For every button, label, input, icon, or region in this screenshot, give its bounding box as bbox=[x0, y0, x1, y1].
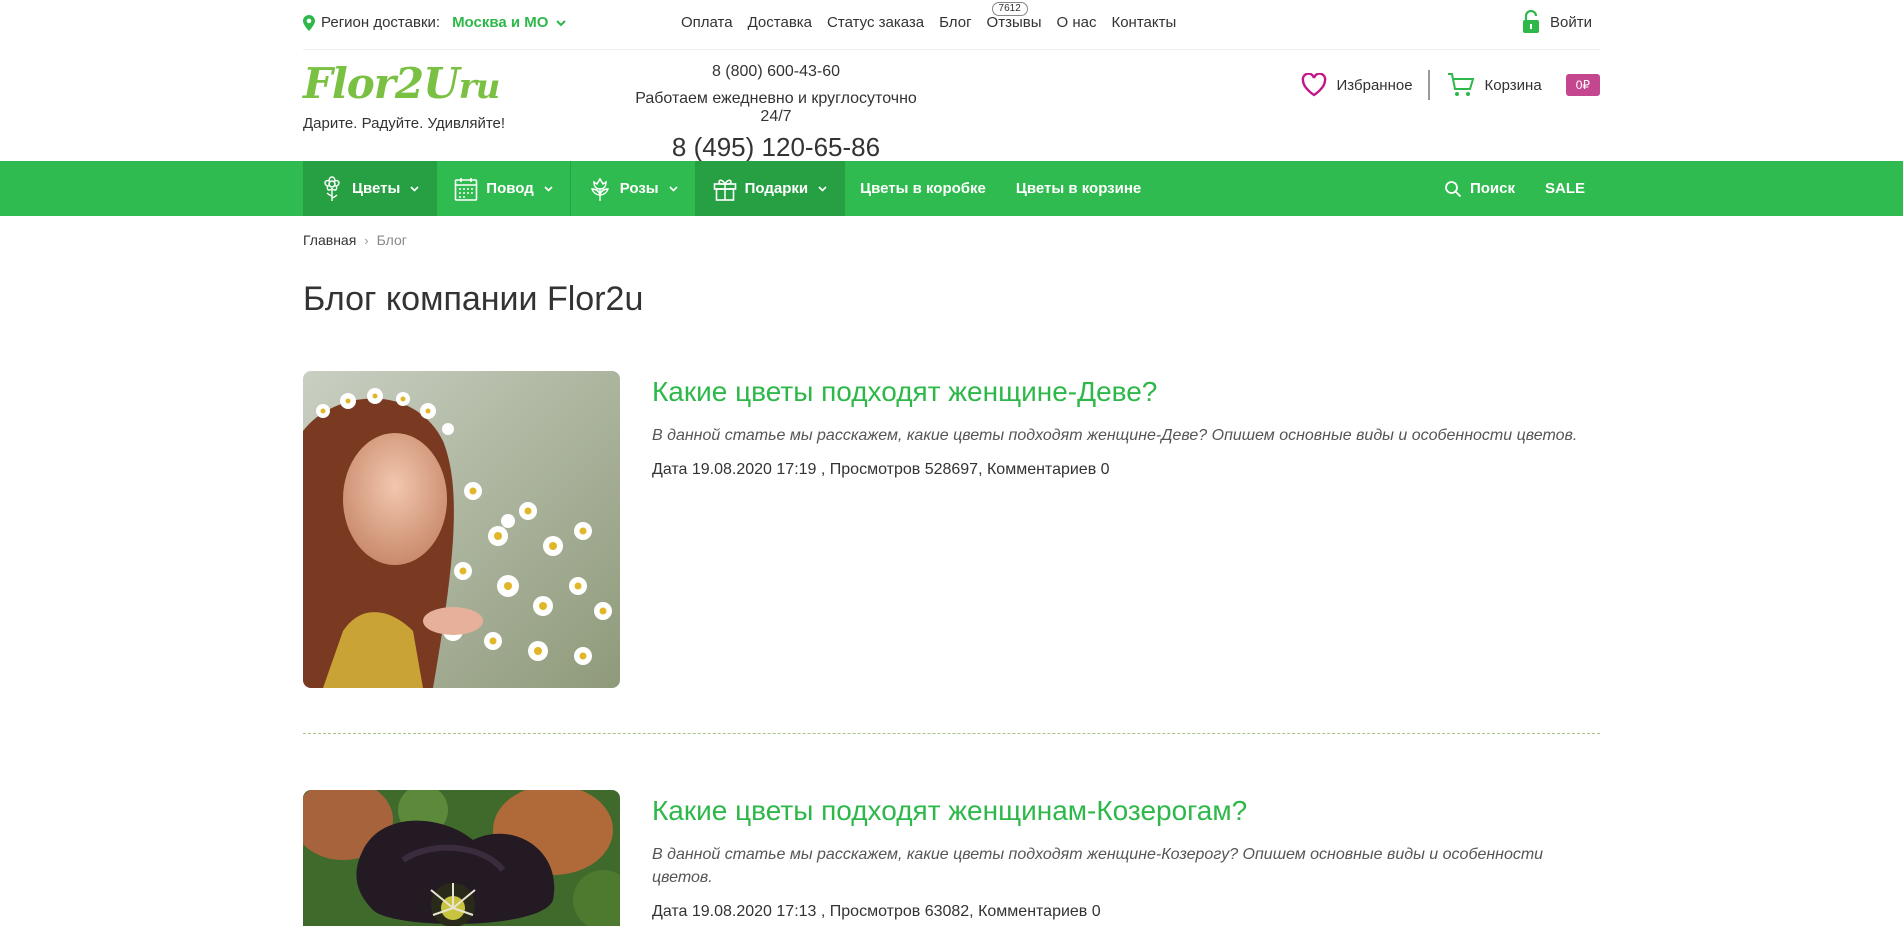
favorites-label: Избранное bbox=[1336, 76, 1413, 94]
cart-link[interactable]: Корзина 0₽ bbox=[1430, 72, 1600, 98]
rose-icon bbox=[590, 177, 609, 201]
logo-main: Flor2U bbox=[303, 59, 460, 108]
breadcrumb-separator-icon: › bbox=[364, 232, 369, 248]
post-meta: Дата 19.08.2020 17:13 , Просмотров 63082… bbox=[652, 903, 1101, 920]
logo-wordmark: Flor2Uru bbox=[303, 60, 505, 111]
nav-flowers-in-box[interactable]: Цветы в коробке bbox=[845, 161, 1001, 216]
chevron-down-icon bbox=[544, 186, 553, 192]
nav-roses-label: Розы bbox=[619, 180, 659, 197]
reviews-count-badge: 7612 bbox=[991, 2, 1028, 16]
user-tools: Избранное Корзина 0₽ bbox=[1301, 70, 1600, 100]
favorites-link[interactable]: Избранное bbox=[1301, 70, 1430, 100]
breadcrumb-current: Блог bbox=[376, 232, 407, 248]
blog-post: Какие цветы подходят женщине-Деве? В дан… bbox=[303, 371, 1600, 688]
post-thumbnail-woman-with-daisies[interactable] bbox=[303, 371, 620, 688]
logo[interactable]: Flor2Uru Дарите. Радуйте. Удивляйте! bbox=[303, 60, 506, 133]
post-body: Какие цветы подходят женщине-Деве? В дан… bbox=[652, 371, 1600, 479]
login-label: Войти bbox=[1550, 13, 1592, 31]
gift-icon bbox=[713, 179, 736, 201]
region-label: Регион доставки: bbox=[321, 14, 441, 31]
nav-flowers-in-basket-label: Цветы в корзине bbox=[1015, 180, 1142, 197]
chevron-down-icon bbox=[410, 186, 419, 192]
top-nav-order-status[interactable]: Статус заказа bbox=[827, 14, 924, 31]
post-title[interactable]: Какие цветы подходят женщинам-Козерогам? bbox=[652, 795, 1600, 827]
breadcrumb: Главная › Блог bbox=[303, 232, 407, 248]
cart-label: Корзина bbox=[1484, 76, 1542, 94]
top-nav: Оплата Доставка Статус заказа Блог 7612 … bbox=[681, 2, 1176, 31]
post-thumbnail-dark-poppy[interactable] bbox=[303, 790, 620, 926]
region-value[interactable]: Москва и МО bbox=[452, 14, 548, 31]
heart-icon bbox=[1301, 73, 1326, 97]
page-title: Блог компании Flor2u bbox=[303, 280, 644, 318]
search-label: Поиск bbox=[1469, 180, 1515, 197]
site-header: Flor2Uru Дарите. Радуйте. Удивляйте! 8 (… bbox=[303, 50, 1600, 163]
lock-icon bbox=[1523, 10, 1540, 33]
post-title[interactable]: Какие цветы подходят женщине-Деве? bbox=[652, 376, 1600, 408]
nav-right: Поиск SALE bbox=[1429, 161, 1600, 216]
chevron-down-icon bbox=[669, 186, 678, 192]
cart-icon bbox=[1447, 73, 1474, 96]
chevron-down-icon bbox=[556, 19, 567, 26]
post-excerpt: В данной статье мы расскажем, какие цвет… bbox=[652, 846, 1544, 886]
top-nav-reviews[interactable]: 7612 Отзывы bbox=[986, 2, 1042, 31]
post-body: Какие цветы подходят женщинам-Козерогам?… bbox=[652, 790, 1600, 921]
working-hours: Работаем ежедневно и круглосуточно 24/7 bbox=[635, 90, 917, 125]
cart-total-badge: 0₽ bbox=[1565, 74, 1600, 96]
nav-sale-label: SALE bbox=[1544, 180, 1585, 197]
chevron-down-icon bbox=[818, 186, 827, 192]
nav-sale[interactable]: SALE bbox=[1530, 161, 1600, 216]
delivery-region[interactable]: Регион доставки: Москва и МО bbox=[303, 14, 567, 31]
calendar-icon bbox=[454, 177, 478, 201]
nav-flowers-label: Цветы bbox=[352, 180, 401, 197]
header-contacts: 8 (800) 600-43-60 Работаем ежедневно и к… bbox=[633, 63, 919, 163]
login-link[interactable]: Войти bbox=[1522, 10, 1592, 34]
post-excerpt: В данной статье мы расскажем, какие цвет… bbox=[652, 427, 1578, 444]
nav-gifts[interactable]: Подарки bbox=[695, 161, 846, 216]
top-nav-contacts[interactable]: Контакты bbox=[1111, 14, 1176, 31]
breadcrumb-home[interactable]: Главная bbox=[303, 232, 356, 248]
top-nav-blog[interactable]: Блог bbox=[939, 14, 971, 31]
top-nav-about[interactable]: О нас bbox=[1057, 14, 1097, 31]
blog-post: Какие цветы подходят женщинам-Козерогам?… bbox=[303, 790, 1600, 926]
post-meta: Дата 19.08.2020 17:19 , Просмотров 52869… bbox=[652, 461, 1110, 478]
nav-roses[interactable]: Розы bbox=[571, 161, 696, 216]
nav-gifts-label: Подарки bbox=[744, 180, 809, 197]
search-icon bbox=[1445, 180, 1462, 197]
post-divider bbox=[303, 733, 1600, 734]
nav-occasion-label: Повод bbox=[486, 180, 534, 197]
post-image bbox=[303, 790, 620, 926]
nav-flowers-in-basket[interactable]: Цветы в корзине bbox=[1001, 161, 1156, 216]
top-nav-delivery[interactable]: Доставка bbox=[748, 14, 812, 31]
main-nav: Цветы Повод Розы Подарки Цветы в коробке… bbox=[0, 161, 1903, 216]
slogan: Дарите. Радуйте. Удивляйте! bbox=[303, 115, 506, 132]
location-pin-icon bbox=[303, 14, 315, 31]
logo-ru: ru bbox=[458, 67, 501, 107]
top-nav-payment[interactable]: Оплата bbox=[681, 14, 733, 31]
top-nav-reviews-label: Отзывы bbox=[986, 14, 1042, 31]
flower-icon bbox=[324, 175, 340, 201]
post-image bbox=[303, 371, 620, 688]
phone-free[interactable]: 8 (800) 600-43-60 bbox=[633, 63, 919, 81]
nav-occasion[interactable]: Повод bbox=[437, 161, 571, 216]
search-button[interactable]: Поиск bbox=[1429, 161, 1530, 216]
phone-main[interactable]: 8 (495) 120-65-86 bbox=[633, 132, 919, 163]
nav-flowers[interactable]: Цветы bbox=[303, 161, 438, 216]
nav-flowers-in-box-label: Цветы в коробке bbox=[860, 180, 986, 197]
top-bar: Регион доставки: Москва и МО Оплата Дост… bbox=[303, 0, 1600, 50]
